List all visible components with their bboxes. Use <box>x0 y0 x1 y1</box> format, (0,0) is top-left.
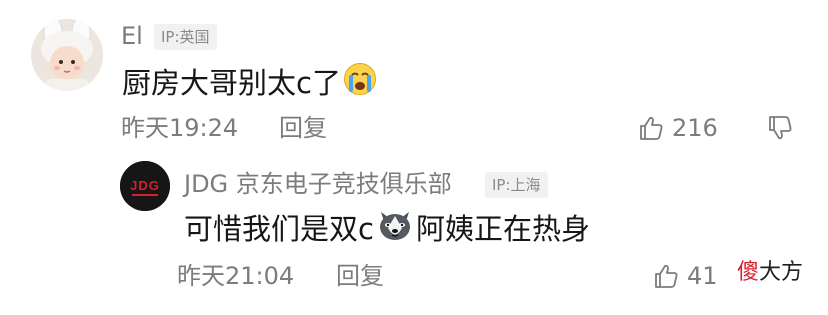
thumbs-up-icon <box>653 263 679 289</box>
ip-location-badge: IP:上海 <box>485 172 548 198</box>
reply-timestamp: 昨天21:04 <box>177 262 295 290</box>
thumbs-down-icon <box>767 116 793 145</box>
reply-text: 可惜我们是双c 阿姨正在热身 <box>184 208 590 250</box>
reply-text-body: 可惜我们是双c <box>184 212 374 246</box>
like-count: 41 <box>687 262 718 290</box>
watermark-first-char: 傻 <box>737 260 760 285</box>
reply-button[interactable]: 回复 <box>279 113 327 143</box>
watermark-rest: 大方 <box>759 260 804 285</box>
reply-text-tail: 阿姨正在热身 <box>415 212 590 246</box>
like-button[interactable]: 41 <box>653 261 718 291</box>
husky-dog-face-icon <box>376 208 414 250</box>
avatar[interactable]: JDG <box>120 161 170 211</box>
svg-text:JDG: JDG <box>130 178 160 193</box>
crying-face-icon <box>343 62 377 104</box>
comment-thread: El IP:英国 厨房大哥别太c了 昨天19:24 回复 216 JDG JDG… <box>0 0 828 315</box>
ip-location-badge: IP:英国 <box>154 24 217 50</box>
like-button[interactable]: 216 <box>638 113 718 143</box>
comment-timestamp: 昨天19:24 <box>121 114 239 142</box>
comment-username[interactable]: El <box>121 22 143 50</box>
avatar[interactable] <box>31 19 103 91</box>
comment-text: 厨房大哥别太c了 <box>122 62 379 104</box>
dislike-button[interactable] <box>767 115 793 145</box>
reply-button[interactable]: 回复 <box>336 261 384 291</box>
comment-text-body: 厨房大哥别太c了 <box>122 66 341 100</box>
like-count: 216 <box>672 114 718 142</box>
reply-username[interactable]: JDG 京东电子竞技俱乐部 <box>184 170 452 198</box>
thumbs-up-icon <box>638 115 664 141</box>
watermark: 傻大方 <box>737 258 803 288</box>
